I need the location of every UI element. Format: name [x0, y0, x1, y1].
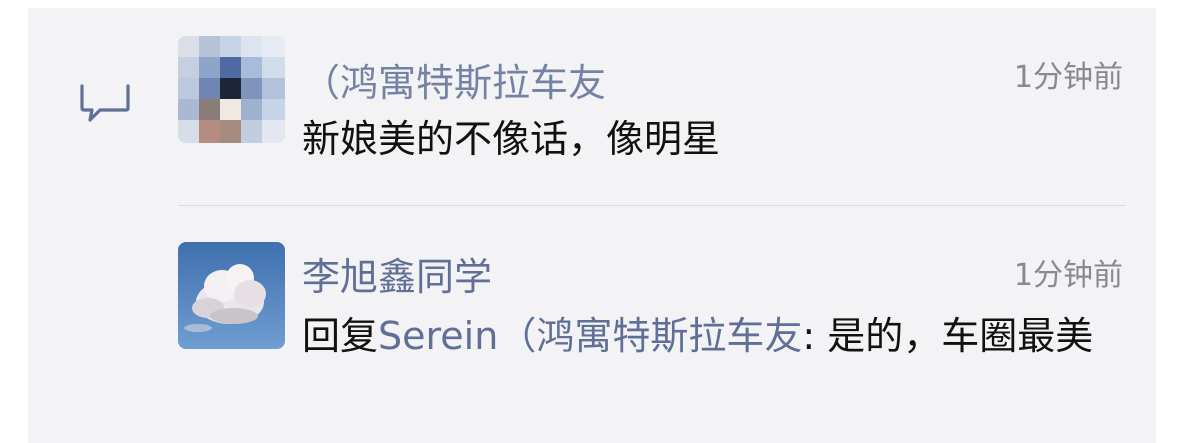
reply-mention-link[interactable]: Serein（鸿寓特斯拉车友 — [378, 314, 802, 358]
cloud-sky-avatar[interactable] — [178, 242, 285, 349]
comment-author-name[interactable]: 李旭鑫同学 — [302, 246, 492, 301]
comment-divider — [178, 205, 1126, 206]
comment-bubble-icon[interactable] — [78, 80, 132, 124]
reply-text: 回复Serein（鸿寓特斯拉车友: 是的，车圈最美 — [302, 310, 1132, 362]
comment-author-name[interactable]: （鸿寓特斯拉车友 — [302, 52, 606, 107]
reply-body: 是的，车圈最美 — [815, 314, 1094, 358]
comment-text: 新娘美的不像话，像明星 — [302, 117, 721, 161]
reply-separator: : — [802, 314, 816, 358]
reply-prefix: 回复 — [302, 314, 379, 358]
pixelated-avatar[interactable] — [178, 36, 285, 143]
comment-timestamp: 1分钟前 — [1013, 60, 1123, 95]
comment-timestamp: 1分钟前 — [1013, 258, 1123, 293]
